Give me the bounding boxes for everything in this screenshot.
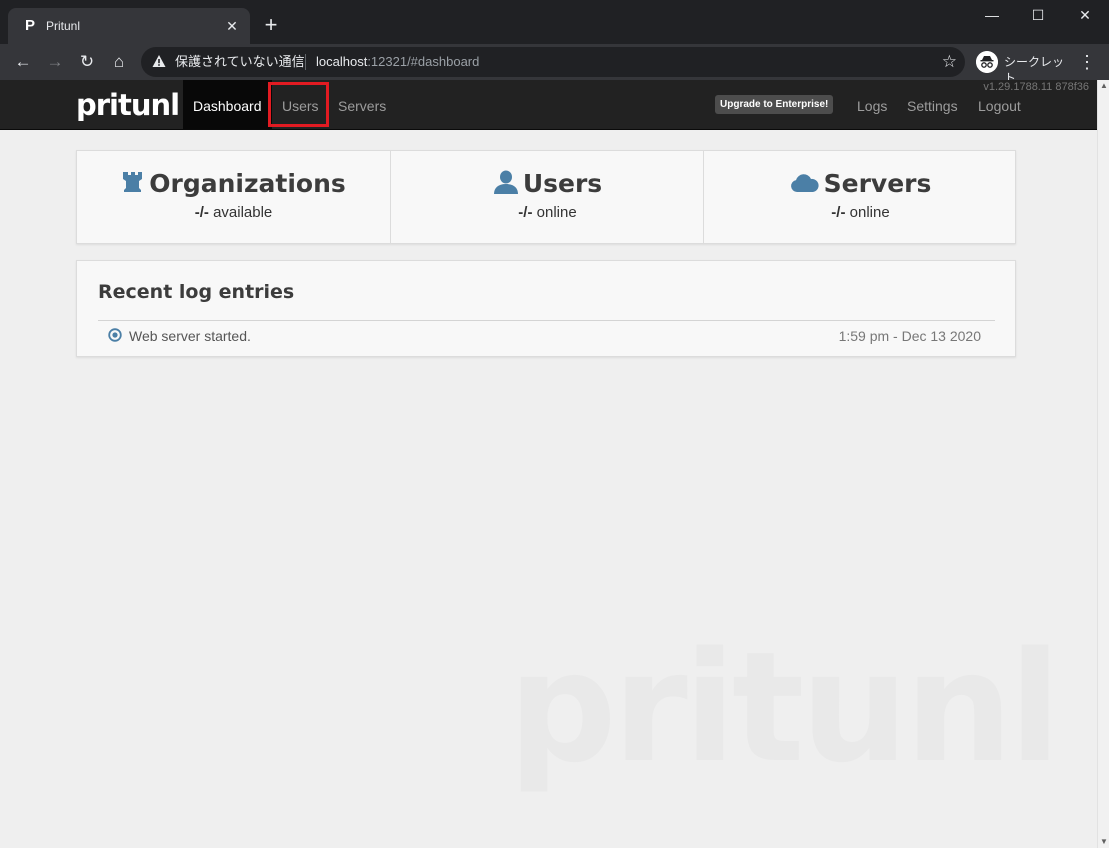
url-text[interactable]: localhost:12321/#dashboard <box>316 54 479 70</box>
url-host: localhost <box>316 54 368 69</box>
omnibox-divider <box>305 54 306 70</box>
forward-button[interactable]: → <box>43 50 67 74</box>
back-button[interactable]: ← <box>11 50 35 74</box>
new-tab-button[interactable]: + <box>260 14 282 36</box>
page-scrollbar[interactable]: ▲ ▼ <box>1097 80 1109 848</box>
stat-users-title: Users <box>391 169 704 199</box>
window-close-button[interactable]: ✕ <box>1062 0 1108 30</box>
recent-logs-panel: Recent log entries Web server started. 1… <box>76 260 1016 357</box>
minimize-button[interactable]: — <box>969 0 1015 30</box>
page-viewport: pritunl Dashboard Users Servers v1.29.17… <box>0 80 1097 848</box>
stat-organizations[interactable]: Organizations -/- available <box>77 151 390 243</box>
home-button[interactable]: ⌂ <box>107 50 131 74</box>
logs-divider <box>98 320 995 321</box>
stat-servers-title: Servers <box>704 169 1017 199</box>
tab-title: Pritunl <box>46 19 81 33</box>
upgrade-enterprise-button[interactable]: Upgrade to Enterprise! <box>715 95 834 114</box>
bookmark-star-icon[interactable]: ☆ <box>942 52 957 72</box>
logs-title: Recent log entries <box>98 281 295 303</box>
address-bar[interactable]: 保護されていない通信 localhost:12321/#dashboard ☆ <box>141 47 965 77</box>
incognito-icon <box>976 51 998 73</box>
stat-organizations-title: Organizations <box>77 169 390 199</box>
browser-menu-icon[interactable]: ⋮ <box>1077 50 1097 74</box>
stat-value: -/- <box>518 204 533 221</box>
nav-dashboard[interactable]: Dashboard <box>183 80 272 129</box>
stat-organizations-value: -/- available <box>77 204 390 222</box>
url-path: :12321/#dashboard <box>367 54 480 69</box>
cloud-icon <box>790 174 819 192</box>
tab-strip: P Pritunl ✕ + — ☐ ✕ <box>0 0 1109 44</box>
stats-panel: Organizations -/- available Users -/- on… <box>76 150 1016 244</box>
browser-tab[interactable]: P Pritunl ✕ <box>8 8 250 44</box>
stat-suffix: online <box>849 204 890 221</box>
scroll-down-arrow-icon[interactable]: ▼ <box>1099 836 1109 848</box>
warning-icon <box>152 55 166 67</box>
nav-logs[interactable]: Logs <box>847 80 897 129</box>
maximize-button[interactable]: ☐ <box>1015 0 1061 30</box>
rook-icon <box>123 172 143 192</box>
tab-close-icon[interactable]: ✕ <box>222 16 242 36</box>
log-entry-icon <box>108 328 122 342</box>
stat-servers-value: -/- online <box>704 204 1017 222</box>
nav-logout[interactable]: Logout <box>968 80 1031 129</box>
incognito-indicator[interactable]: シークレット <box>972 48 1067 85</box>
stat-title-text: Servers <box>823 169 932 198</box>
stat-value: -/- <box>831 204 846 221</box>
stat-title-text: Users <box>522 169 603 198</box>
users-highlight-box <box>268 82 329 127</box>
scroll-up-arrow-icon[interactable]: ▲ <box>1099 80 1109 92</box>
user-icon <box>493 170 518 194</box>
pritunl-favicon-icon: P <box>24 17 35 34</box>
brand-logo[interactable]: pritunl <box>76 86 180 124</box>
nav-settings[interactable]: Settings <box>897 80 968 129</box>
log-entry-message: Web server started. <box>129 328 251 344</box>
stat-title-text: Organizations <box>149 169 346 198</box>
stat-servers[interactable]: Servers -/- online <box>703 151 1017 243</box>
log-entry-time: 1:59 pm - Dec 13 2020 <box>838 328 981 344</box>
stat-users-value: -/- online <box>391 204 704 222</box>
security-status[interactable]: 保護されていない通信 <box>175 54 305 70</box>
nav-servers[interactable]: Servers <box>328 80 396 129</box>
app-navbar: pritunl Dashboard Users Servers v1.29.17… <box>0 80 1097 130</box>
reload-button[interactable]: ↻ <box>75 50 99 74</box>
pritunl-watermark: pritunl <box>508 619 1061 796</box>
stat-users[interactable]: Users -/- online <box>390 151 704 243</box>
browser-toolbar: ← → ↻ ⌂ 保護されていない通信 localhost:12321/#dash… <box>0 44 1109 85</box>
browser-chrome: P Pritunl ✕ + — ☐ ✕ ← → ↻ ⌂ 保護されていない通信 l… <box>0 0 1109 85</box>
stat-suffix: available <box>213 204 273 221</box>
stat-value: -/- <box>194 204 209 221</box>
stat-suffix: online <box>536 204 577 221</box>
